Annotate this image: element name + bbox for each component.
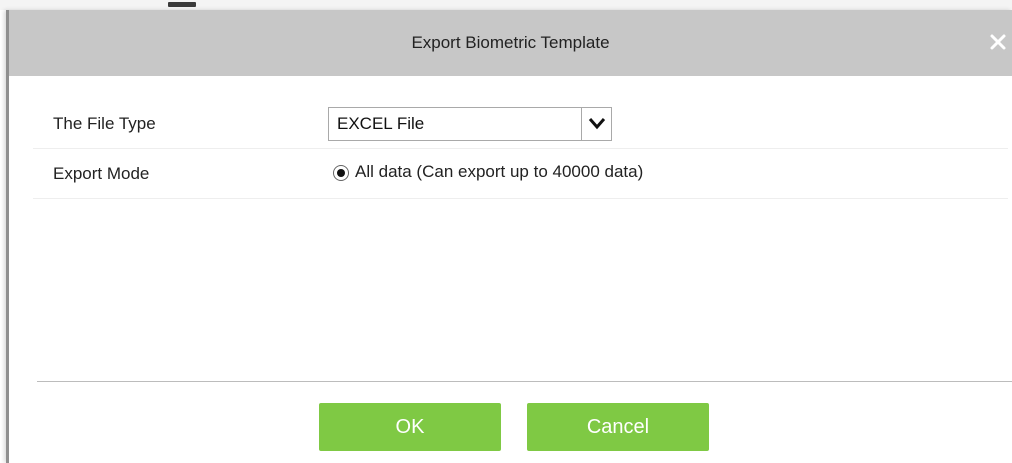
export-biometric-template-dialog: Export Biometric Template The File Type …	[6, 10, 1012, 463]
file-type-label: The File Type	[53, 114, 156, 133]
close-button[interactable]	[986, 30, 1010, 54]
background-window-strip	[0, 0, 1012, 10]
footer-divider	[37, 381, 1012, 382]
all-data-radio-label: All data (Can export up to 40000 data)	[355, 162, 644, 181]
all-data-radio[interactable]	[333, 165, 349, 181]
cancel-button[interactable]: Cancel	[527, 403, 709, 451]
chevron-down-icon	[588, 118, 606, 130]
export-mode-row: Export Mode All data (Can export up to 4…	[33, 150, 1008, 199]
close-icon	[990, 34, 1006, 50]
export-mode-label: Export Mode	[53, 164, 150, 183]
dialog-titlebar: Export Biometric Template	[9, 10, 1012, 76]
file-type-row: The File Type EXCEL File	[33, 100, 1008, 149]
file-type-dropdown-button[interactable]	[581, 108, 611, 140]
background-window-mark	[168, 2, 196, 7]
dialog-title: Export Biometric Template	[411, 33, 610, 52]
file-type-select[interactable]: EXCEL File	[328, 107, 612, 141]
file-type-selected-value: EXCEL File	[337, 114, 425, 133]
ok-button[interactable]: OK	[319, 403, 501, 451]
radio-selected-dot	[337, 169, 345, 177]
